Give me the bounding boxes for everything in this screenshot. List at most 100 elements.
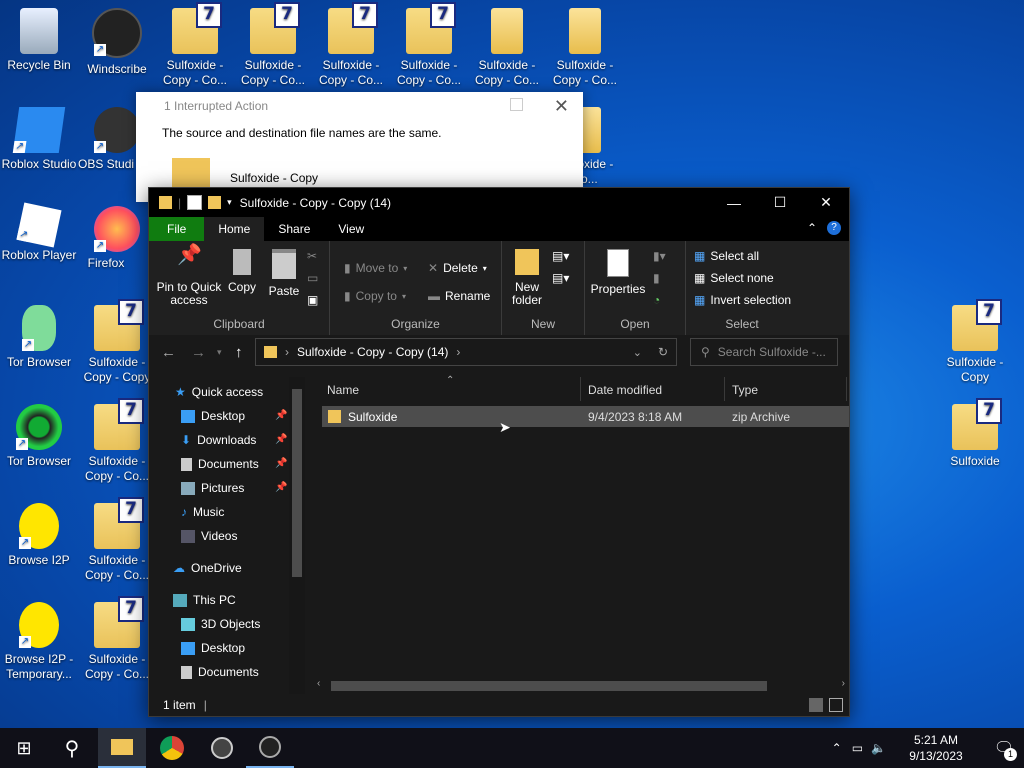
start-button[interactable]: ⊞ bbox=[0, 728, 48, 768]
new-folder-icon[interactable] bbox=[208, 196, 222, 209]
collapse-ribbon-icon[interactable]: ⌃ bbox=[807, 221, 817, 235]
scroll-left-icon[interactable]: ‹ bbox=[317, 678, 320, 689]
paste-shortcut-icon[interactable]: ▣ bbox=[307, 293, 318, 307]
delete-button[interactable]: ✕ Delete ▾ bbox=[428, 261, 487, 275]
sidebar-item-this-pc[interactable]: This PC bbox=[173, 589, 236, 611]
network-icon[interactable]: ▭ bbox=[852, 741, 863, 755]
copy-to-button[interactable]: ▮ Copy to ▾ bbox=[344, 289, 406, 303]
maximize-button[interactable]: ☐ bbox=[757, 188, 803, 217]
sidebar-item-downloads[interactable]: ⬇ Downloads bbox=[181, 429, 256, 451]
sidebar-item-desktop-pc[interactable]: Desktop bbox=[181, 637, 245, 659]
file-explorer-taskbar-button[interactable] bbox=[98, 728, 146, 768]
search-button[interactable]: ⚲ bbox=[48, 728, 96, 768]
column-date-modified[interactable]: Date modified bbox=[588, 383, 662, 397]
history-icon[interactable]: ◔ bbox=[653, 293, 660, 307]
paste-button[interactable]: Paste bbox=[265, 249, 303, 298]
obs-taskbar-button[interactable] bbox=[198, 728, 246, 768]
scrollbar-thumb[interactable] bbox=[292, 389, 302, 577]
tab-view[interactable]: View bbox=[324, 217, 378, 241]
copy-button[interactable]: Copy bbox=[225, 249, 259, 294]
properties-icon[interactable] bbox=[187, 195, 203, 210]
roblox-player-icon[interactable]: ↗ Roblox Player bbox=[0, 202, 78, 263]
zip-file-icon[interactable]: 7 Sulfoxide - Copy - Co... bbox=[78, 398, 156, 484]
tor-browser-icon[interactable]: ↗ Tor Browser bbox=[0, 305, 78, 370]
sidebar-item-documents[interactable]: Documents bbox=[181, 453, 259, 475]
sidebar-item-quick-access[interactable]: ★ Quick access bbox=[175, 381, 263, 403]
folder-icon[interactable]: Sulfoxide - Copy - Co... bbox=[468, 8, 546, 88]
windscribe-icon[interactable]: ↗ Windscribe bbox=[78, 8, 156, 77]
action-center-button[interactable]: 🗨 1 bbox=[984, 728, 1024, 768]
address-bar[interactable]: › Sulfoxide - Copy - Copy (14) › ⌄ ↻ bbox=[255, 338, 677, 366]
details-view-icon[interactable] bbox=[809, 698, 823, 712]
recycle-bin-icon[interactable]: Recycle Bin bbox=[0, 8, 78, 73]
tab-file[interactable]: File bbox=[149, 217, 205, 241]
invert-selection-button[interactable]: ▦ Invert selection bbox=[694, 293, 791, 307]
file-explorer-window[interactable]: | ▾ Sulfoxide - Copy - Copy (14) — ☐ ✕ F… bbox=[148, 187, 850, 717]
sidebar-item-music[interactable]: ♪ Music bbox=[181, 501, 224, 523]
tab-share[interactable]: Share bbox=[264, 217, 324, 241]
scroll-right-icon[interactable]: › bbox=[842, 678, 845, 689]
column-name[interactable]: Name bbox=[327, 383, 359, 397]
sidebar-scrollbar[interactable] bbox=[289, 377, 305, 694]
up-icon[interactable]: ↑ bbox=[235, 344, 243, 361]
chevron-down-icon[interactable]: ▾ bbox=[227, 197, 232, 208]
zip-file-icon[interactable]: 7 Sulfoxide - Copy - Co... bbox=[78, 497, 156, 583]
open-icon[interactable]: ▮▾ bbox=[653, 249, 666, 263]
file-row[interactable]: Sulfoxide 9/4/2023 8:18 AM zip Archive bbox=[322, 406, 849, 427]
sidebar-item-onedrive[interactable]: ☁ OneDrive bbox=[173, 557, 242, 579]
clock[interactable]: 5:21 AM 9/13/2023 bbox=[896, 732, 976, 764]
sidebar-item-documents-pc[interactable]: Documents bbox=[181, 661, 259, 683]
roblox-studio-icon[interactable]: ↗ Roblox Studio bbox=[0, 107, 78, 172]
firefox-icon[interactable]: ↗ Firefox bbox=[78, 206, 156, 271]
zip-file-icon[interactable]: 7 Sulfoxide - Copy - Co... bbox=[234, 2, 312, 88]
volume-icon[interactable]: 🔈 bbox=[871, 741, 886, 755]
help-icon[interactable]: ? bbox=[827, 221, 841, 235]
close-button[interactable]: ✕ bbox=[803, 188, 849, 217]
sidebar-item-videos[interactable]: Videos bbox=[181, 525, 237, 547]
minimize-button[interactable]: — bbox=[711, 188, 757, 217]
scrollbar-thumb[interactable] bbox=[331, 681, 767, 691]
windscribe-taskbar-button[interactable] bbox=[246, 728, 294, 768]
refresh-icon[interactable]: ↻ bbox=[658, 345, 668, 359]
zip-file-icon[interactable]: 7 Sulfoxide - Copy - Copy bbox=[78, 299, 156, 385]
horizontal-scrollbar[interactable]: ‹ › bbox=[311, 678, 849, 694]
zip-file-icon[interactable]: 7 Sulfoxide bbox=[936, 398, 1014, 469]
close-icon[interactable]: ✕ bbox=[554, 96, 569, 117]
new-item-icon[interactable]: ▤▾ bbox=[552, 249, 569, 263]
cut-icon[interactable]: ✂ bbox=[307, 249, 317, 263]
new-folder-button[interactable]: New folder bbox=[508, 249, 546, 307]
back-icon[interactable]: ← bbox=[161, 344, 176, 361]
zip-file-icon[interactable]: 7 Sulfoxide - Copy - Co... bbox=[156, 2, 234, 88]
browse-i2p-icon[interactable]: ↗ Browse I2P bbox=[0, 503, 78, 568]
zip-file-icon[interactable]: 7 Sulfoxide - Copy bbox=[936, 299, 1014, 385]
search-input[interactable]: ⚲ Search Sulfoxide -... bbox=[690, 338, 838, 366]
interrupted-action-dialog[interactable]: 1 Interrupted Action ✕ The source and de… bbox=[136, 92, 583, 202]
tab-home[interactable]: Home bbox=[204, 217, 265, 241]
chrome-taskbar-button[interactable] bbox=[148, 728, 196, 768]
sidebar-item-pictures[interactable]: Pictures bbox=[181, 477, 244, 499]
rename-button[interactable]: ▬ Rename bbox=[428, 289, 490, 303]
show-hidden-icons-icon[interactable]: ⌃ bbox=[832, 741, 842, 755]
easy-access-icon[interactable]: ▤▾ bbox=[552, 271, 569, 285]
move-to-button[interactable]: ▮ Move to ▾ bbox=[344, 261, 407, 275]
select-all-button[interactable]: ▦ Select all bbox=[694, 249, 759, 263]
folder-icon[interactable]: Sulfoxide - Copy - Co... bbox=[546, 8, 624, 88]
chevron-down-icon[interactable]: ⌄ bbox=[633, 346, 642, 359]
large-icons-view-icon[interactable] bbox=[829, 698, 843, 712]
edit-icon[interactable]: ▮ bbox=[653, 271, 660, 285]
properties-button[interactable]: Properties bbox=[589, 249, 647, 296]
copy-path-icon[interactable]: ▭ bbox=[307, 271, 318, 285]
zip-file-icon[interactable]: 7 Sulfoxide - Copy - Co... bbox=[312, 2, 390, 88]
forward-icon[interactable]: → bbox=[191, 344, 206, 361]
column-type[interactable]: Type bbox=[732, 383, 758, 397]
quick-access-toolbar: | ▾ bbox=[149, 195, 232, 210]
recent-locations-icon[interactable]: ▾ bbox=[217, 347, 222, 358]
pin-to-quick-access-button[interactable]: 📌 Pin to Quick access bbox=[155, 245, 223, 307]
zip-file-icon[interactable]: 7 Sulfoxide - Copy - Co... bbox=[390, 2, 468, 88]
browse-i2p-temporary-icon[interactable]: ↗ Browse I2P - Temporary... bbox=[0, 602, 78, 682]
select-none-button[interactable]: ▦ Select none bbox=[694, 271, 774, 285]
sidebar-item-desktop[interactable]: Desktop bbox=[181, 405, 245, 427]
sidebar-item-3d-objects[interactable]: 3D Objects bbox=[181, 613, 260, 635]
zip-file-icon[interactable]: 7 Sulfoxide - Copy - Co... bbox=[78, 596, 156, 682]
tor-browser-icon[interactable]: ↗ Tor Browser bbox=[0, 404, 78, 469]
